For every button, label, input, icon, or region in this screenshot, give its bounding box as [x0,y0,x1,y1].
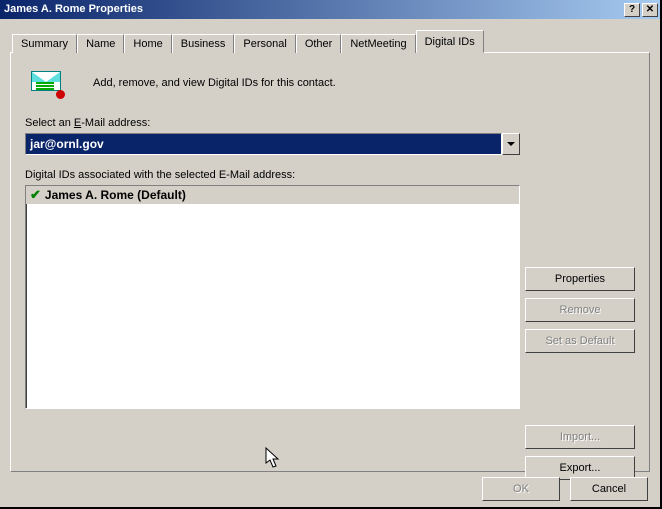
remove-button: Remove [525,298,635,322]
client-area: Summary Name Home Business Personal Othe… [0,19,660,482]
tab-digital-ids[interactable]: Digital IDs [416,30,484,53]
chevron-down-icon [507,142,515,146]
window-title: James A. Rome Properties [4,0,622,19]
tab-summary[interactable]: Summary [12,34,77,53]
cancel-button[interactable]: Cancel [570,477,648,501]
tab-business[interactable]: Business [172,34,235,53]
properties-button[interactable]: Properties [525,267,635,291]
digital-ids-listbox[interactable]: ✔ James A. Rome (Default) [25,185,520,409]
panel-header: Add, remove, and view Digital IDs for th… [25,71,635,95]
list-item-text: James A. Rome (Default) [45,188,186,202]
mouse-cursor-icon [265,447,281,474]
email-value[interactable]: jar@ornl.gov [25,133,502,155]
tab-panel: Add, remove, and view Digital IDs for th… [10,52,650,472]
close-button[interactable]: ✕ [642,3,658,17]
ok-button: OK [482,477,560,501]
combo-dropdown-button[interactable] [502,133,520,155]
titlebar-buttons: ? ✕ [622,3,660,17]
set-default-button: Set as Default [525,329,635,353]
tabstrip: Summary Name Home Business Personal Othe… [12,29,650,52]
tab-personal[interactable]: Personal [234,34,295,53]
email-label: Select an E-Mail address: [25,117,635,129]
side-button-group: Properties Remove Set as Default Import.… [525,267,635,480]
import-button: Import... [525,425,635,449]
titlebar: James A. Rome Properties ? ✕ [0,0,660,19]
check-icon: ✔ [30,187,41,203]
email-selector-group: Select an E-Mail address: jar@ornl.gov [25,117,635,155]
help-button[interactable]: ? [624,3,640,17]
dialog-buttons: OK Cancel [482,477,648,501]
list-item[interactable]: ✔ James A. Rome (Default) [26,186,519,204]
panel-description: Add, remove, and view Digital IDs for th… [93,77,336,89]
tab-netmeeting[interactable]: NetMeeting [341,34,415,53]
tab-other[interactable]: Other [296,34,342,53]
email-combobox[interactable]: jar@ornl.gov [25,133,520,155]
certificate-icon [31,71,63,95]
tab-home[interactable]: Home [124,34,171,53]
tab-name[interactable]: Name [77,34,124,53]
list-label: Digital IDs associated with the selected… [25,169,635,181]
